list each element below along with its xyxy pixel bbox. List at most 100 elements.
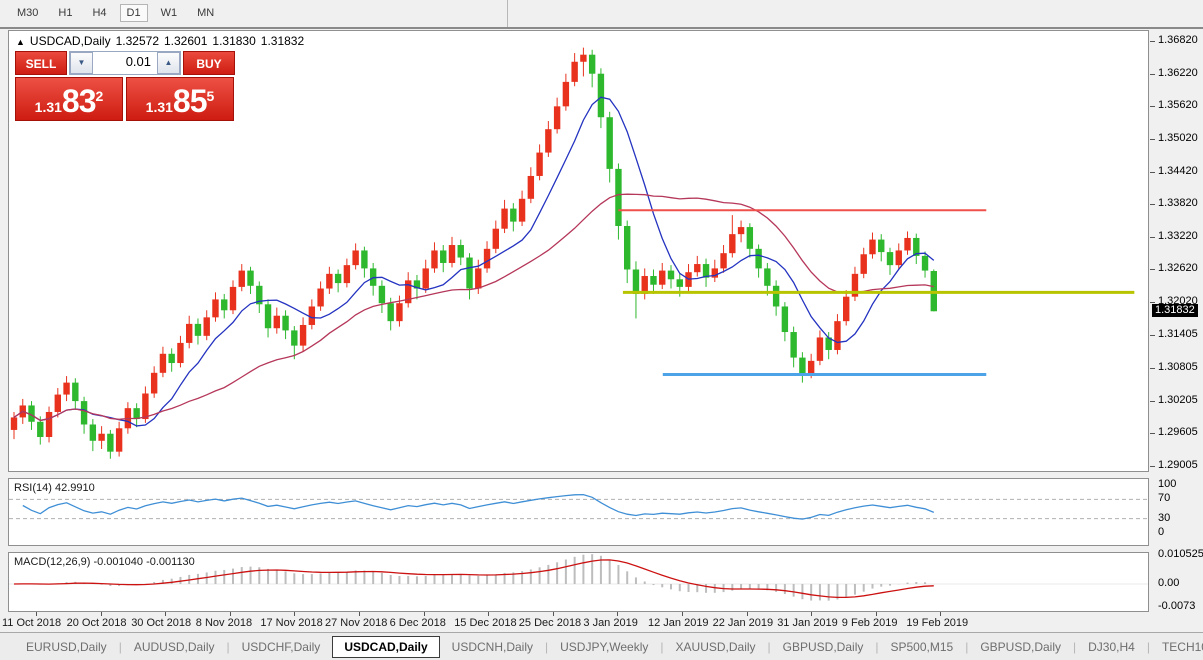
date-axis-label: 17 Nov 2018 bbox=[260, 617, 322, 629]
date-tick bbox=[165, 612, 166, 616]
main-chart-pane[interactable]: ▲USDCAD,Daily1.325721.326011.318301.3183… bbox=[8, 30, 1149, 472]
rsi-scale-label: 30 bbox=[1158, 512, 1170, 524]
timeframe-button-m30[interactable]: M30 bbox=[10, 4, 45, 22]
symbol-tab-audusd-daily[interactable]: AUDUSD,Daily bbox=[122, 636, 227, 658]
date-axis-label: 25 Dec 2018 bbox=[519, 617, 581, 629]
date-tick bbox=[36, 612, 37, 616]
price-axis-label: 1.35620 bbox=[1158, 99, 1198, 111]
price-axis-label: 1.35020 bbox=[1158, 132, 1198, 144]
price-tick bbox=[1150, 269, 1155, 270]
symbol-tab-tech100-[interactable]: TECH100, bbox=[1150, 636, 1203, 658]
ohlc-low: 1.31830 bbox=[212, 34, 255, 48]
ohlc-close: 1.31832 bbox=[261, 34, 304, 48]
buy-price-big: 85 bbox=[173, 86, 207, 116]
price-axis-label: 1.34420 bbox=[1158, 165, 1198, 177]
buy-button[interactable]: BUY bbox=[183, 51, 235, 75]
date-axis[interactable]: 11 Oct 201820 Oct 201830 Oct 20188 Nov 2… bbox=[8, 614, 1149, 632]
timeframe-button-h1[interactable]: H1 bbox=[51, 4, 79, 22]
date-axis-label: 22 Jan 2019 bbox=[713, 617, 774, 629]
buy-price-button[interactable]: 1.31855 bbox=[126, 77, 234, 121]
price-tick bbox=[1150, 368, 1155, 369]
date-tick bbox=[101, 612, 102, 616]
price-axis-label: 1.33220 bbox=[1158, 230, 1198, 242]
price-tick bbox=[1150, 172, 1155, 173]
date-tick bbox=[488, 612, 489, 616]
sell-price-prefix: 1.31 bbox=[35, 98, 62, 116]
price-axis-label: 1.36820 bbox=[1158, 34, 1198, 46]
date-tick bbox=[294, 612, 295, 616]
timeframe-button-d1[interactable]: D1 bbox=[120, 4, 148, 22]
sell-price-button[interactable]: 1.31832 bbox=[15, 77, 123, 121]
symbol-tab-xauusd-daily[interactable]: XAUUSD,Daily bbox=[664, 636, 768, 658]
rsi-chart bbox=[9, 479, 1148, 545]
price-tick bbox=[1150, 335, 1155, 336]
chart-symbol-label: USDCAD,Daily bbox=[30, 34, 111, 48]
price-axis-label: 1.33820 bbox=[1158, 197, 1198, 209]
price-axis-label: 1.31405 bbox=[1158, 328, 1198, 340]
timeframe-button-w1[interactable]: W1 bbox=[154, 4, 185, 22]
timeframe-button-h4[interactable]: H4 bbox=[85, 4, 113, 22]
date-axis-label: 3 Jan 2019 bbox=[583, 617, 637, 629]
sell-button[interactable]: SELL bbox=[15, 51, 67, 75]
volume-input[interactable]: 0.01 bbox=[93, 52, 157, 74]
buy-price-prefix: 1.31 bbox=[146, 98, 173, 116]
date-axis-label: 19 Feb 2019 bbox=[906, 617, 968, 629]
volume-decrease-button[interactable]: ▼ bbox=[70, 52, 93, 74]
macd-scale-label: -0.0073 bbox=[1158, 600, 1195, 612]
macd-scale-label: 0.00 bbox=[1158, 577, 1179, 589]
date-axis-label: 27 Nov 2018 bbox=[325, 617, 387, 629]
collapse-icon[interactable]: ▲ bbox=[16, 37, 25, 47]
price-tick bbox=[1150, 41, 1155, 42]
date-tick bbox=[230, 612, 231, 616]
chevron-down-icon: ▼ bbox=[78, 58, 86, 67]
symbol-tab-usdjpy-weekly[interactable]: USDJPY,Weekly bbox=[548, 636, 660, 658]
price-axis-label: 1.29605 bbox=[1158, 426, 1198, 438]
buy-price-sup: 5 bbox=[207, 78, 215, 114]
symbol-tab-gbpusd-daily[interactable]: GBPUSD,Daily bbox=[771, 636, 876, 658]
symbol-tab-eurusd-daily[interactable]: EURUSD,Daily bbox=[14, 636, 119, 658]
symbol-tab-usdcnh-daily[interactable]: USDCNH,Daily bbox=[440, 636, 545, 658]
date-axis-label: 8 Nov 2018 bbox=[196, 617, 252, 629]
timeframe-toolbar: M30 H1 H4 D1 W1 MN bbox=[0, 0, 1203, 29]
symbol-tab-usdchf-daily[interactable]: USDCHF,Daily bbox=[230, 636, 333, 658]
symbol-tab-gbpusd-daily[interactable]: GBPUSD,Daily bbox=[968, 636, 1073, 658]
macd-scale-label: 0.010525 bbox=[1158, 548, 1203, 560]
chart-header: ▲USDCAD,Daily1.325721.326011.318301.3183… bbox=[16, 34, 309, 48]
price-tick bbox=[1150, 433, 1155, 434]
symbol-tab-bar: EURUSD,Daily|AUDUSD,Daily|USDCHF,DailyUS… bbox=[0, 632, 1203, 660]
date-axis-label: 9 Feb 2019 bbox=[842, 617, 898, 629]
macd-indicator-pane[interactable]: MACD(12,26,9) -0.001040 -0.001130 bbox=[8, 552, 1149, 612]
price-tick bbox=[1150, 302, 1155, 303]
date-tick bbox=[617, 612, 618, 616]
price-axis[interactable]: 1.36820 1.36220 1.35620 1.35020 1.34420 1.338… bbox=[1150, 30, 1203, 632]
current-price-badge: 1.31832 bbox=[1152, 304, 1198, 317]
date-axis-label: 31 Jan 2019 bbox=[777, 617, 838, 629]
price-axis-label: 1.30805 bbox=[1158, 361, 1198, 373]
rsi-scale-label: 0 bbox=[1158, 526, 1164, 538]
date-tick bbox=[424, 612, 425, 616]
volume-increase-button[interactable]: ▲ bbox=[157, 52, 180, 74]
date-tick bbox=[747, 612, 748, 616]
volume-stepper: ▼ 0.01 ▲ bbox=[69, 51, 181, 75]
timeframe-button-mn[interactable]: MN bbox=[190, 4, 221, 22]
chevron-up-icon: ▲ bbox=[165, 58, 173, 67]
price-tick bbox=[1150, 237, 1155, 238]
rsi-indicator-pane[interactable]: RSI(14) 42.9910 bbox=[8, 478, 1149, 546]
date-tick bbox=[876, 612, 877, 616]
macd-label: MACD(12,26,9) -0.001040 -0.001130 bbox=[14, 556, 195, 568]
sell-price-sup: 2 bbox=[96, 78, 104, 114]
sell-price-big: 83 bbox=[62, 86, 96, 116]
symbol-tab-dj30-h4[interactable]: DJ30,H4 bbox=[1076, 636, 1147, 658]
rsi-scale-label: 70 bbox=[1158, 492, 1170, 504]
price-tick bbox=[1150, 106, 1155, 107]
toolbar-separator bbox=[507, 0, 508, 27]
symbol-tab-usdcad-daily[interactable]: USDCAD,Daily bbox=[332, 636, 439, 658]
price-axis-label: 1.36220 bbox=[1158, 67, 1198, 79]
price-tick bbox=[1150, 139, 1155, 140]
date-axis-label: 6 Dec 2018 bbox=[390, 617, 446, 629]
date-tick bbox=[811, 612, 812, 616]
ohlc-open: 1.32572 bbox=[116, 34, 159, 48]
date-axis-label: 15 Dec 2018 bbox=[454, 617, 516, 629]
symbol-tab-sp500-m15[interactable]: SP500,M15 bbox=[878, 636, 965, 658]
mt4-terminal: M30H1H4D1W1MN ▲USDCAD,Daily1.325721.3260… bbox=[0, 0, 1203, 660]
